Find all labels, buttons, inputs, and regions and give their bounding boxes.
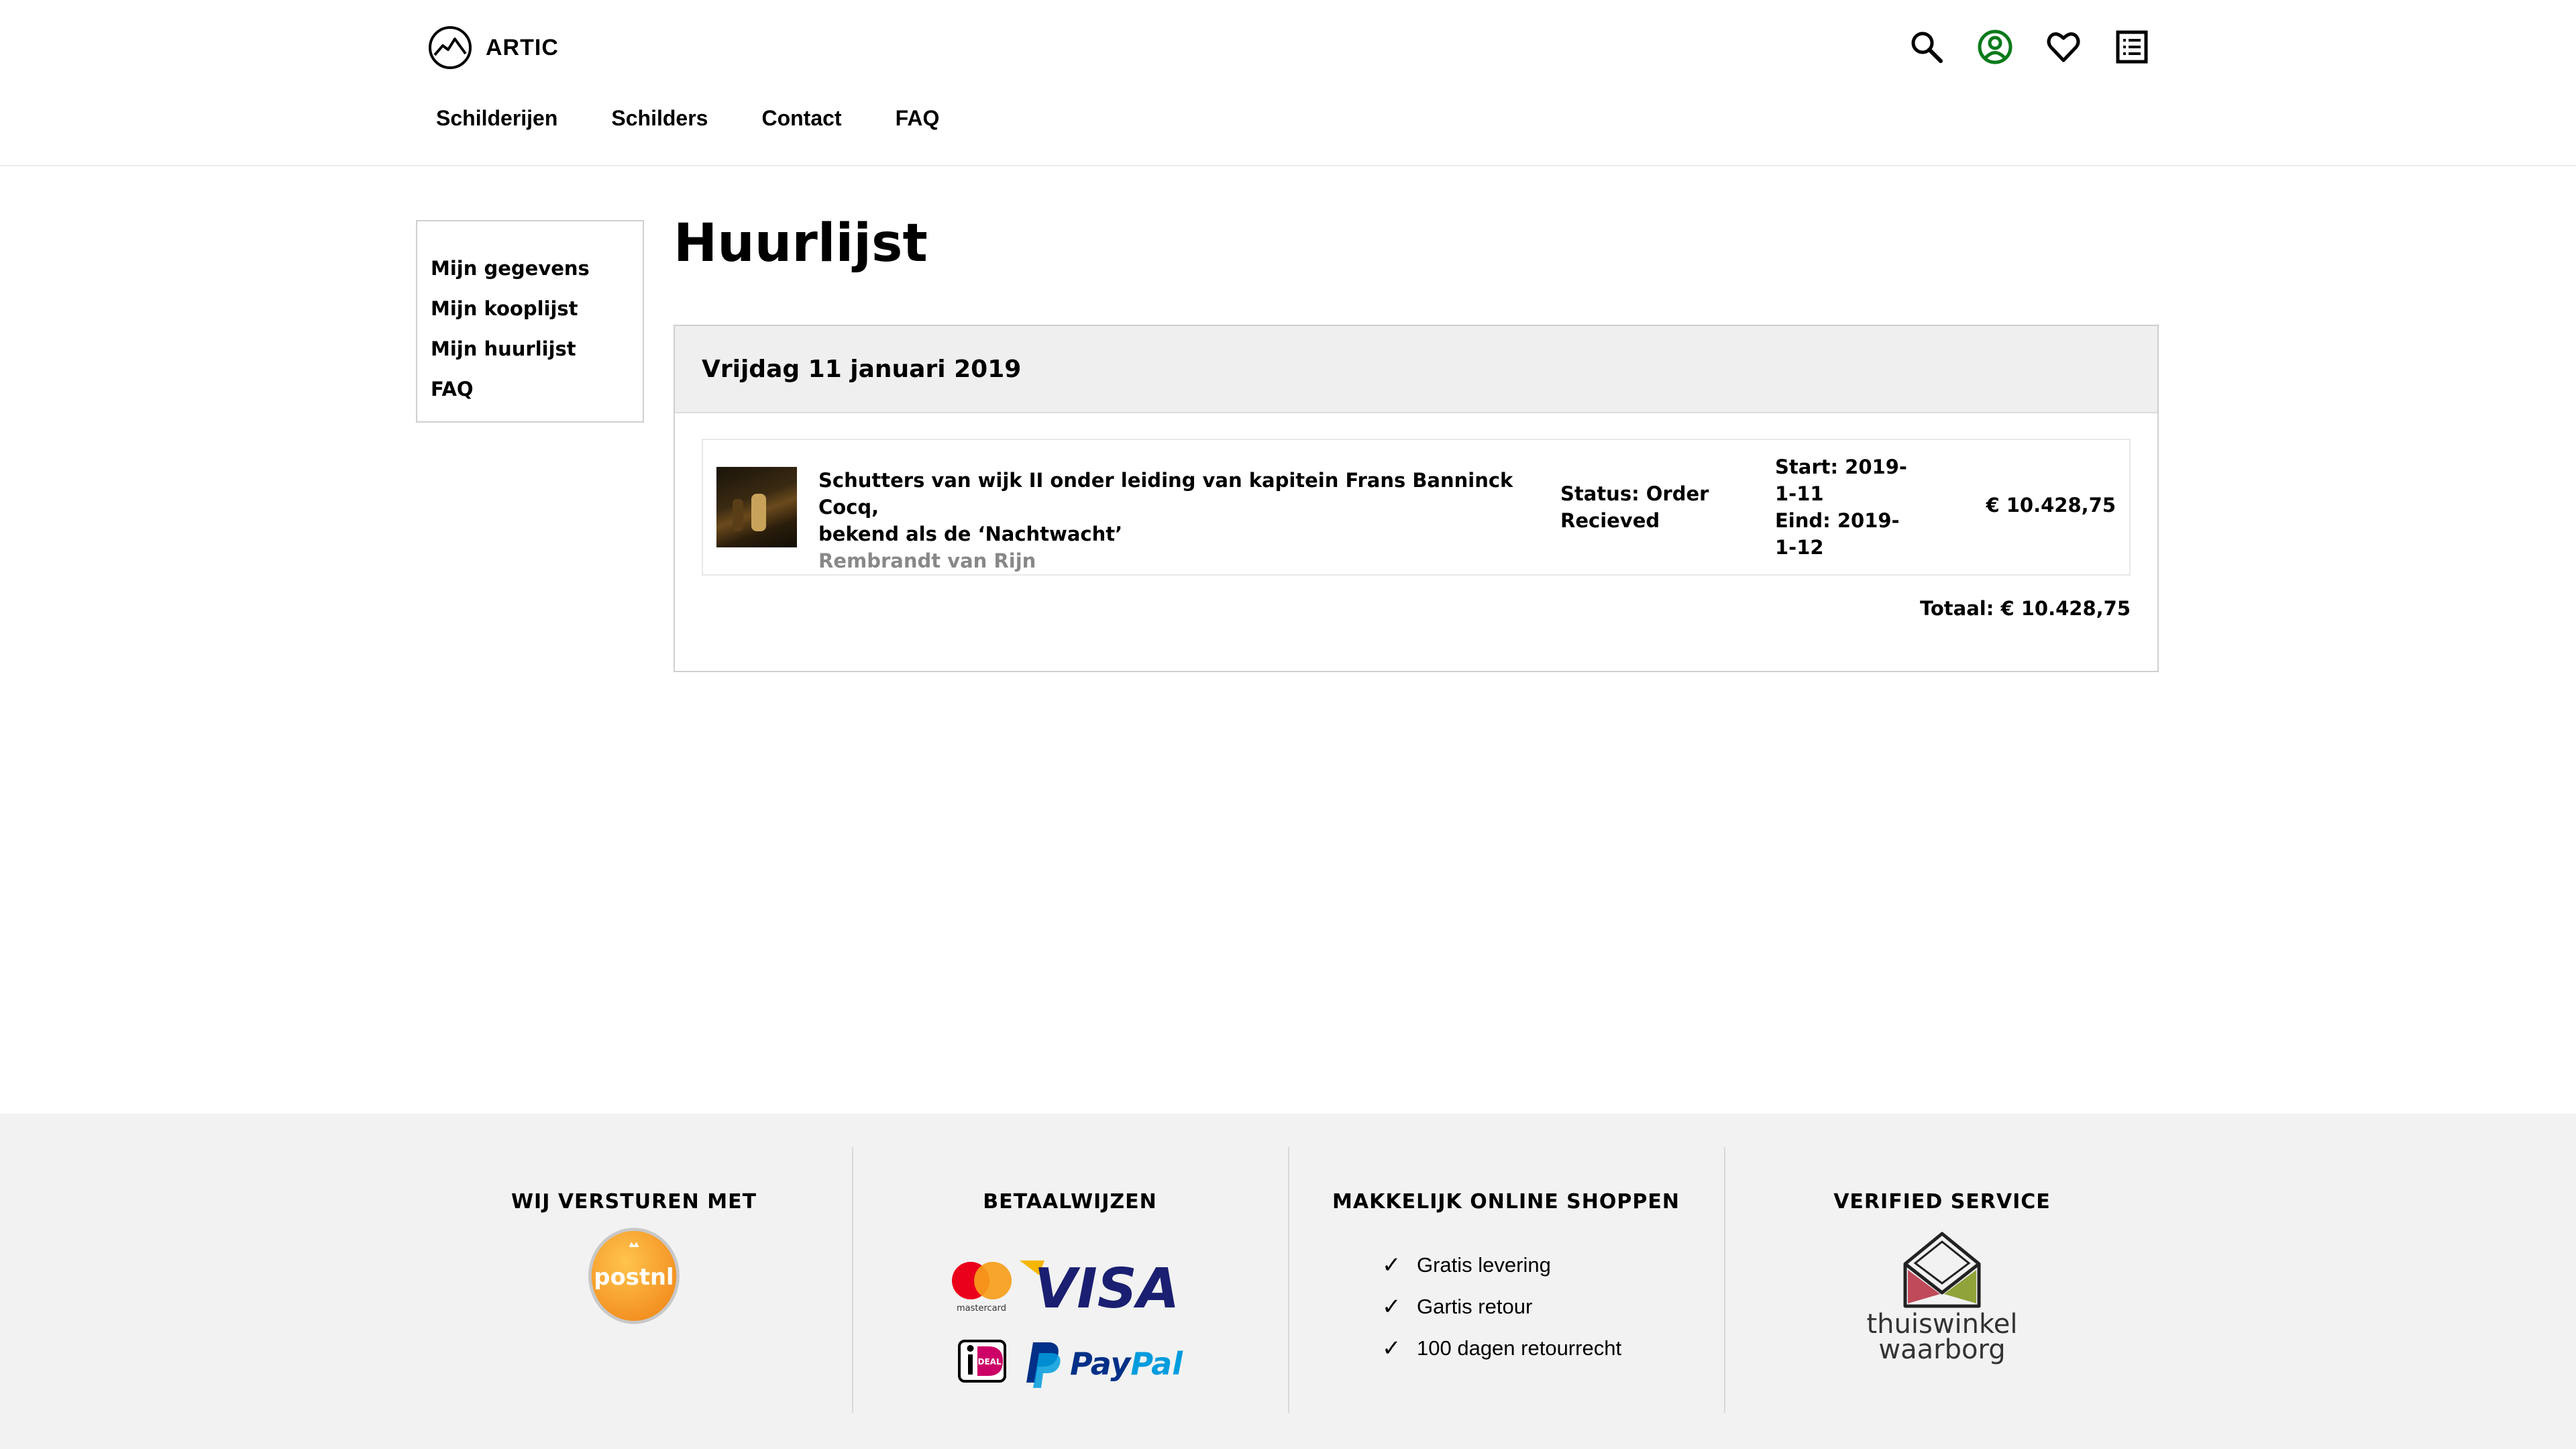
sidebar-item-gegevens[interactable]: Mijn gegevens (431, 248, 643, 288)
brand-logo[interactable]: ARTIC (428, 25, 559, 70)
mastercard-text: mastercard (957, 1303, 1006, 1313)
paypal-logo: PayPal (1026, 1342, 1183, 1388)
usp-item: ✓ 100 dagen retourrecht (1382, 1328, 1724, 1369)
check-icon: ✓ (1382, 1336, 1401, 1361)
thuiswinkel-text-line2: waarborg (1878, 1334, 2005, 1365)
item-title-line1[interactable]: Schutters van wijk II onder leiding van … (818, 467, 1529, 521)
footer-verified: VERIFIED SERVICE thuiswinkel waarborg (1724, 1147, 2160, 1413)
account-icon[interactable] (1977, 29, 2013, 65)
payments-title: BETAALWIJZEN (983, 1190, 1157, 1214)
artwork-thumbnail[interactable] (716, 467, 797, 547)
visa-text: VISA (1034, 1257, 1180, 1321)
end-date-line2: 1-12 (1775, 536, 1824, 559)
list-icon[interactable] (2114, 29, 2150, 65)
order-header: Vrijdag 11 januari 2019 (675, 326, 2157, 413)
item-artist[interactable]: Rembrandt van Rijn (818, 547, 1529, 574)
nav-schilders[interactable]: Schilders (611, 106, 708, 131)
usp-label: Gartis retour (1417, 1295, 1533, 1318)
start-date-line1: Start: 2019- (1775, 455, 1907, 478)
order-item-row[interactable]: Schutters van wijk II onder leiding van … (702, 439, 2131, 576)
item-status: Status: Order Recieved (1560, 480, 1728, 534)
mountain-logo-icon (429, 26, 472, 69)
check-icon: ✓ (1382, 1252, 1401, 1278)
site-header: ARTIC Schilderijen Schilders Contact FAQ (0, 0, 2576, 166)
mastercard-logo: mastercard (952, 1262, 1012, 1313)
nav-schilderijen[interactable]: Schilderijen (436, 106, 557, 131)
item-info: Schutters van wijk II onder leiding van … (818, 467, 1529, 574)
search-icon[interactable] (1909, 29, 1945, 65)
heart-icon[interactable] (2045, 29, 2082, 65)
sidebar-item-kooplijst[interactable]: Mijn kooplijst (431, 288, 643, 329)
paypal-text-pal: Pal (1130, 1346, 1183, 1382)
account-sidebar: Mijn gegevens Mijn kooplijst Mijn huurli… (416, 220, 644, 423)
status-line2: Recieved (1560, 509, 1660, 532)
nav-contact[interactable]: Contact (761, 106, 841, 131)
postnl-text: postnl (594, 1264, 674, 1290)
order-card: Vrijdag 11 januari 2019 Schutters van wi… (674, 325, 2159, 672)
item-title-line2[interactable]: bekend als de ‘Nachtwacht’ (818, 521, 1529, 547)
rental-dates: Start: 2019- 1-11 Eind: 2019- 1-12 (1775, 453, 1916, 561)
usps-title: MAKKELIJK ONLINE SHOPPEN (1332, 1190, 1680, 1214)
status-line1: Status: Order (1560, 482, 1709, 505)
brand-name: ARTIC (486, 34, 559, 60)
svg-text:PayPal: PayPal (1070, 1346, 1183, 1382)
footer-payments: BETAALWIJZEN mastercard VISA iDEAL PayPa… (852, 1147, 1289, 1413)
end-date-line1: Eind: 2019- (1775, 509, 1900, 532)
usp-list: ✓ Gratis levering ✓ Gartis retour ✓ 100 dag… (1382, 1244, 1724, 1369)
ideal-text: iDEAL (975, 1357, 1002, 1366)
usp-label: 100 dagen retourrecht (1417, 1336, 1622, 1360)
shipping-title: WIJ VERSTUREN MET (511, 1190, 757, 1214)
item-price: € 10.428,75 (1986, 494, 2116, 517)
sidebar-item-faq[interactable]: FAQ (431, 369, 643, 409)
start-date-line2: 1-11 (1775, 482, 1824, 505)
footer-shipping: WIJ VERSTUREN MET postnl (416, 1147, 853, 1413)
thuiswinkel-logo[interactable]: thuiswinkel waarborg (1862, 1227, 2023, 1368)
footer-usps: MAKKELIJK ONLINE SHOPPEN ✓ Gratis leverin… (1288, 1147, 1725, 1413)
usp-item: ✓ Gratis levering (1382, 1244, 1724, 1286)
visa-logo: VISA (1020, 1257, 1179, 1321)
order-total: Totaal: € 10.428,75 (1919, 597, 2131, 620)
sidebar-item-huurlijst[interactable]: Mijn huurlijst (431, 329, 643, 369)
paypal-text-pay: Pay (1070, 1346, 1132, 1382)
header-actions (1909, 29, 2150, 65)
main-nav: Schilderijen Schilders Contact FAQ (436, 106, 993, 131)
payment-logos: mastercard VISA iDEAL PayPal (952, 1257, 1183, 1388)
nav-faq[interactable]: FAQ (896, 106, 940, 131)
postnl-logo: postnl (588, 1228, 680, 1324)
site-footer: WIJ VERSTUREN MET postnl BETAALWIJZEN ma… (0, 1114, 2576, 1449)
order-date: Vrijdag 11 januari 2019 (702, 355, 1022, 383)
check-icon: ✓ (1382, 1294, 1401, 1320)
verified-title: VERIFIED SERVICE (1833, 1190, 2051, 1214)
ideal-logo: iDEAL (958, 1340, 1006, 1383)
usp-item: ✓ Gartis retour (1382, 1286, 1724, 1328)
usp-label: Gratis levering (1417, 1253, 1551, 1277)
page-title: Huurlijst (674, 213, 928, 274)
